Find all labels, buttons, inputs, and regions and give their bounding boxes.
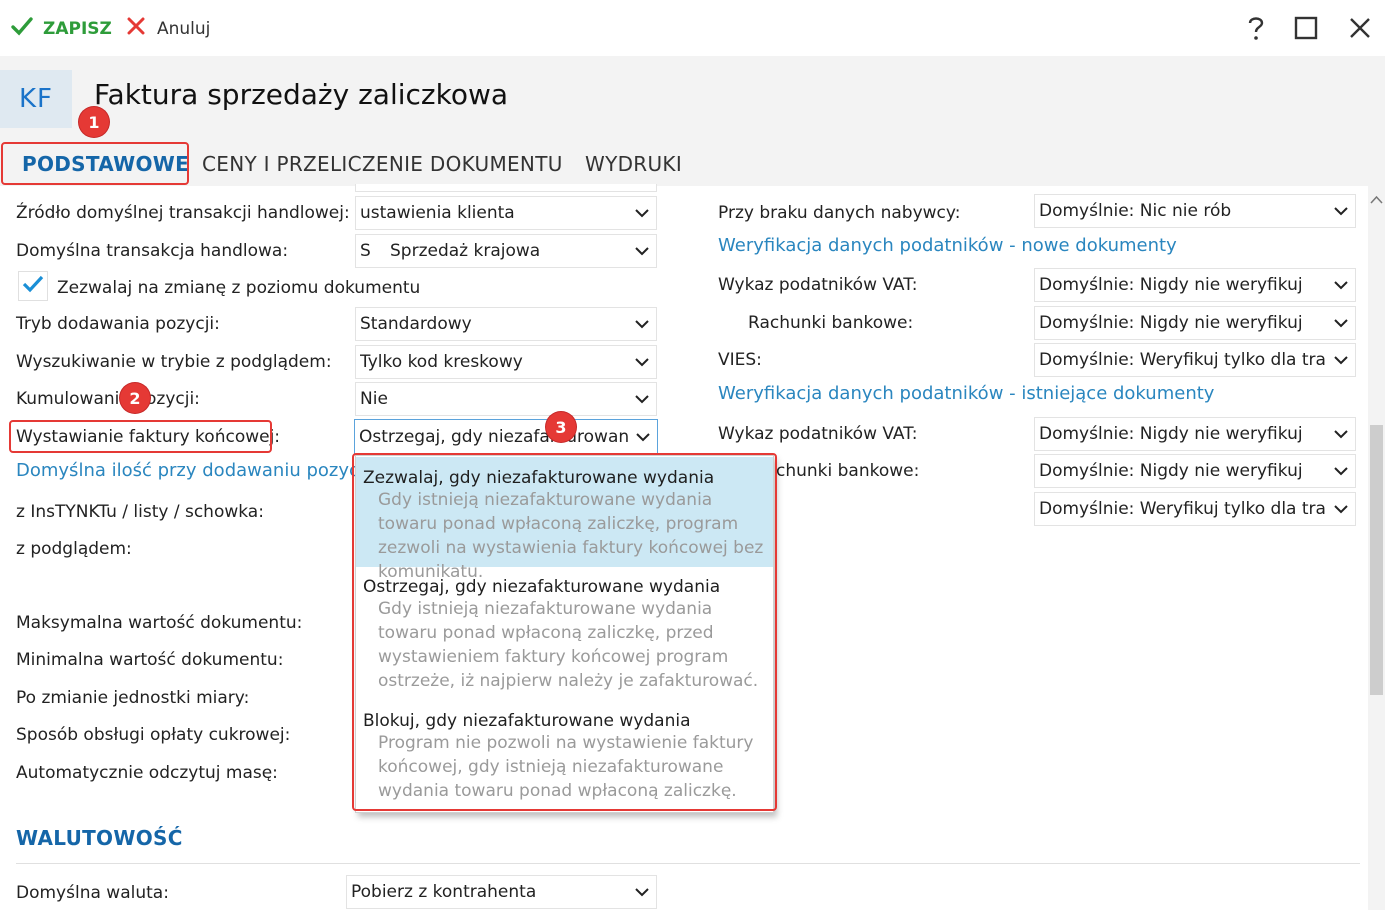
instynkt-label: z InsTYNKTu / listy / schowka: (16, 502, 264, 522)
max-value-label: Maksymalna wartość dokumentu: (16, 613, 303, 633)
tab-wydruki[interactable]: WYDRUKI (585, 152, 682, 176)
no-buyer-data-label: Przy braku danych nabywcy: (718, 203, 961, 223)
currency-select[interactable]: Pobierz z kontrahenta (346, 875, 657, 909)
vat-list-select-1[interactable]: Domyślnie: Nigdy nie weryfikuj (1034, 268, 1356, 302)
chevron-down-icon (1327, 318, 1355, 328)
annotation-badge-3: 3 (546, 412, 576, 442)
chevron-down-icon (628, 319, 656, 329)
bank-accounts-value-1: Domyślnie: Nigdy nie weryfikuj (1039, 313, 1303, 333)
currency-section-title: WALUTOWOŚĆ (16, 826, 183, 850)
x-icon (125, 15, 147, 42)
close-icon (1348, 18, 1372, 45)
verification-existing-docs-link[interactable]: Weryfikacja danych podatników - istnieją… (718, 383, 1214, 404)
source-value: ustawienia klienta (360, 203, 515, 223)
no-buyer-data-value: Domyślnie: Nic nie rób (1039, 201, 1232, 221)
cumulation-value: Nie (360, 389, 388, 409)
search-mode-value: Tylko kod kreskowy (360, 352, 523, 372)
chevron-down-icon (1327, 466, 1355, 476)
final-invoice-value: Ostrzegaj, gdy niezafakturowan... (359, 427, 629, 447)
bank-accounts-label-1: Rachunki bankowe: (748, 313, 914, 333)
read-mass-label: Automatycznie odczytuj masę: (16, 763, 278, 783)
highlight-label-box (9, 420, 272, 453)
chevron-down-icon (1327, 206, 1355, 216)
chevron-down-icon (629, 432, 657, 442)
add-mode-select[interactable]: Standardowy (355, 307, 657, 341)
highlight-tab-box (1, 142, 189, 185)
add-mode-label: Tryb dodawania pozycji: (16, 314, 220, 334)
vies-value-2: Domyślnie: Weryfikuj tylko dla transa (1039, 499, 1327, 519)
maximize-button[interactable] (1294, 16, 1318, 45)
cumulation-label: Kumulowanie pozycji: (16, 389, 200, 409)
cancel-button[interactable]: Anuluj (125, 15, 210, 42)
chevron-down-icon (628, 246, 656, 256)
search-mode-label: Wyszukiwanie w trybie z podglądem: (16, 352, 332, 372)
chevron-down-icon (628, 887, 656, 897)
vies-label-1: VIES: (718, 350, 762, 370)
allow-change-label: Zezwalaj na zmianę z poziomu dokumentu (57, 278, 421, 298)
currency-value: Pobierz z kontrahenta (351, 882, 537, 902)
annotation-badge-1: 1 (79, 107, 109, 137)
chevron-down-icon (1327, 280, 1355, 290)
cancel-label: Anuluj (157, 18, 211, 39)
no-buyer-data-select[interactable]: Domyślnie: Nic nie rób (1034, 194, 1356, 228)
question-icon (1244, 17, 1268, 47)
vat-list-value-1: Domyślnie: Nigdy nie weryfikuj (1039, 275, 1303, 295)
transaction-value: Sprzedaż krajowa (390, 241, 541, 261)
min-value-label: Minimalna wartość dokumentu: (16, 650, 284, 670)
bank-accounts-select-2[interactable]: Domyślnie: Nigdy nie weryfikuj (1034, 454, 1356, 488)
chevron-down-icon (1327, 429, 1355, 439)
clipped-field (355, 184, 657, 192)
source-select[interactable]: ustawienia klienta (355, 196, 657, 230)
vies-select-2[interactable]: Domyślnie: Weryfikuj tylko dla transa (1034, 492, 1356, 526)
highlight-dropdown-box (352, 453, 777, 811)
chevron-down-icon (628, 394, 656, 404)
preview-label: z podglądem: (16, 539, 132, 559)
chevron-down-icon (1327, 355, 1355, 365)
unit-change-label: Po zmianie jednostki miary: (16, 688, 250, 708)
bank-accounts-value-2: Domyślnie: Nigdy nie weryfikuj (1039, 461, 1303, 481)
vat-list-label-1: Wykaz podatników VAT: (718, 275, 918, 295)
close-button[interactable] (1348, 16, 1372, 45)
bank-accounts-select-1[interactable]: Domyślnie: Nigdy nie weryfikuj (1034, 306, 1356, 340)
sugar-fee-label: Sposób obsługi opłaty cukrowej: (16, 725, 291, 745)
add-mode-value: Standardowy (360, 314, 472, 334)
chevron-down-icon (1327, 504, 1355, 514)
currency-label: Domyślna waluta: (16, 883, 169, 903)
final-invoice-select[interactable]: Ostrzegaj, gdy niezafakturowan... (354, 419, 658, 455)
save-label: ZAPISZ (43, 18, 112, 39)
vat-list-select-2[interactable]: Domyślnie: Nigdy nie weryfikuj (1034, 417, 1356, 451)
transaction-select[interactable]: S Sprzedaż krajowa (355, 234, 657, 268)
page-title: Faktura sprzedaży zaliczkowa (94, 78, 509, 111)
cumulation-select[interactable]: Nie (355, 382, 657, 416)
scrollbar-thumb[interactable] (1370, 425, 1383, 695)
vat-list-label-2: Wykaz podatników VAT: (718, 424, 918, 444)
chevron-down-icon (628, 208, 656, 218)
section-divider (16, 863, 1360, 864)
checkmark-icon (22, 274, 44, 299)
bank-accounts-label-2: chunki bankowe: (776, 461, 920, 481)
verification-new-docs-link[interactable]: Weryfikacja danych podatników - nowe dok… (718, 235, 1177, 256)
search-mode-select[interactable]: Tylko kod kreskowy (355, 345, 657, 379)
transaction-code: S (360, 241, 371, 261)
vies-value-1: Domyślnie: Weryfikuj tylko dla transa (1039, 350, 1327, 370)
tab-ceny[interactable]: CENY I PRZELICZENIE DOKUMENTU (202, 152, 563, 176)
check-icon (10, 14, 34, 43)
save-button[interactable]: ZAPISZ (10, 14, 112, 43)
maximize-icon (1294, 16, 1318, 45)
source-label: Źródło domyślnej transakcji handlowej: (16, 203, 350, 223)
transaction-label: Domyślna transakcja handlowa: (16, 241, 289, 261)
allow-change-checkbox[interactable] (18, 271, 48, 301)
scroll-up-icon[interactable] (1370, 190, 1383, 210)
chevron-down-icon (628, 357, 656, 367)
document-type-icon: KF (0, 70, 72, 128)
help-button[interactable] (1244, 14, 1268, 47)
vat-list-value-2: Domyślnie: Nigdy nie weryfikuj (1039, 424, 1303, 444)
annotation-badge-2: 2 (120, 383, 150, 413)
vies-select-1[interactable]: Domyślnie: Weryfikuj tylko dla transa (1034, 343, 1356, 377)
default-quantity-link[interactable]: Domyślna ilość przy dodawaniu pozycji (16, 460, 369, 481)
